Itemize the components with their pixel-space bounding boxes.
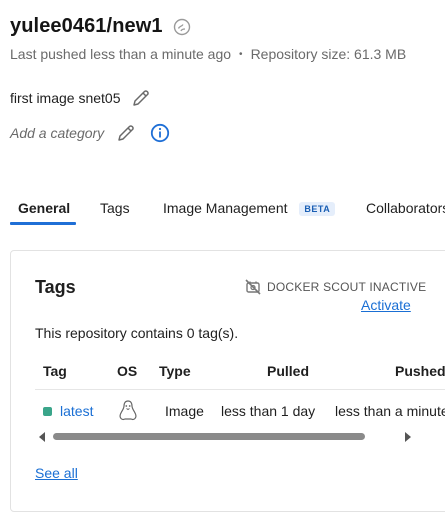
column-header-os: OS bbox=[117, 363, 138, 379]
table-header-divider bbox=[35, 389, 445, 390]
public-status-icon bbox=[173, 18, 191, 36]
tab-image-management-label: Image Management bbox=[163, 200, 288, 216]
scroll-left-arrow-icon[interactable] bbox=[39, 432, 45, 442]
tab-tags[interactable]: Tags bbox=[100, 200, 130, 226]
repo-name: yulee0461/new1 bbox=[10, 15, 163, 37]
description-row: first image snet05 bbox=[10, 88, 151, 108]
tab-tags-label: Tags bbox=[100, 200, 130, 216]
activate-scout-link[interactable]: Activate bbox=[361, 297, 411, 313]
edit-description-pencil-icon[interactable] bbox=[131, 88, 151, 108]
tag-link-latest[interactable]: latest bbox=[43, 403, 93, 419]
tag-type: Image bbox=[165, 403, 204, 419]
column-header-pulled: Pulled bbox=[267, 363, 310, 379]
tab-image-management[interactable]: Image Management BETA bbox=[163, 200, 336, 226]
last-pushed-text: Last pushed less than a minute ago bbox=[10, 46, 232, 62]
repo-title: yulee0461/new1 bbox=[10, 15, 191, 38]
tag-count-text: This repository contains 0 tag(s). bbox=[35, 325, 239, 341]
info-icon[interactable] bbox=[150, 123, 170, 143]
scout-inactive-icon bbox=[245, 279, 261, 295]
repo-size-text: Repository size: 61.3 MB bbox=[250, 46, 407, 62]
edit-category-pencil-icon[interactable] bbox=[116, 123, 136, 143]
repo-meta: Last pushed less than a minute ago • Rep… bbox=[10, 46, 406, 62]
docker-scout-status: DOCKER SCOUT INACTIVE bbox=[244, 278, 426, 296]
column-header-tag: Tag bbox=[43, 363, 67, 379]
tags-card-title: Tags bbox=[35, 277, 76, 297]
scout-status-text: DOCKER SCOUT INACTIVE bbox=[267, 280, 427, 294]
tab-general-label: General bbox=[18, 200, 71, 216]
meta-separator: • bbox=[239, 48, 243, 60]
beta-badge: BETA bbox=[299, 202, 336, 216]
tag-status-indicator bbox=[43, 406, 52, 416]
column-header-pushed: Pushed bbox=[395, 363, 445, 379]
tag-name: latest bbox=[60, 403, 94, 419]
tag-pushed: less than a minute bbox=[335, 403, 445, 419]
column-header-type: Type bbox=[159, 363, 191, 379]
repo-tabs: General Tags Image Management BETA Colla… bbox=[10, 200, 445, 228]
scrollbar-thumb[interactable] bbox=[53, 433, 365, 440]
table-horizontal-scrollbar[interactable] bbox=[35, 431, 411, 443]
active-tab-indicator bbox=[10, 222, 76, 225]
repo-description: first image snet05 bbox=[10, 90, 121, 106]
scroll-right-arrow-icon[interactable] bbox=[405, 432, 411, 442]
tab-collaborators-label: Collaborators bbox=[366, 200, 445, 216]
table-row: latest bbox=[43, 403, 93, 419]
tab-collaborators[interactable]: Collaborators bbox=[366, 200, 445, 226]
category-row: Add a category bbox=[10, 123, 170, 143]
tags-card: Tags DOCKER SCOUT INACTIVE Activate This… bbox=[10, 250, 445, 512]
tag-pulled: less than 1 day bbox=[221, 403, 316, 419]
linux-icon bbox=[117, 399, 139, 426]
see-all-tags-link[interactable]: See all bbox=[35, 465, 78, 481]
category-placeholder: Add a category bbox=[10, 125, 105, 141]
